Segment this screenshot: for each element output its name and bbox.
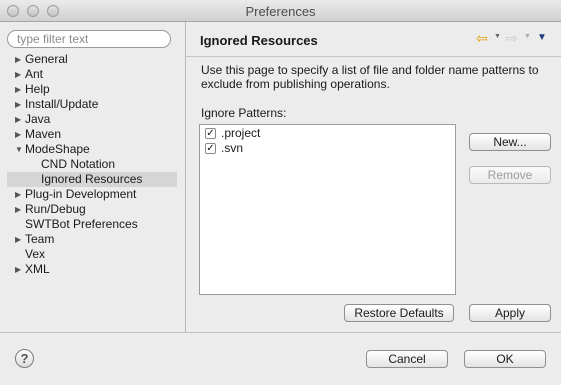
expand-arrow-icon[interactable]: ▶ — [15, 127, 24, 142]
forward-history-dropdown-icon[interactable]: ▼ — [524, 33, 531, 40]
page-title: Ignored Resources — [200, 33, 318, 48]
tree-item-modeshape[interactable]: ▼ ModeShape — [7, 142, 177, 157]
expand-arrow-icon[interactable]: ▶ — [15, 262, 24, 277]
new-pattern-button[interactable]: New... — [469, 133, 551, 151]
expand-arrow-icon[interactable]: ▶ — [15, 97, 24, 112]
filter-input[interactable] — [7, 30, 171, 48]
pattern-text: .svn — [221, 141, 244, 155]
footer-divider — [0, 332, 561, 333]
tree-item-label: Team — [25, 232, 55, 246]
page-header: Ignored Resources ⇦ ▼ ⇨ ▼ ▼ — [186, 22, 561, 57]
expand-arrow-icon[interactable]: ▶ — [15, 202, 24, 217]
tree-item-label: Run/Debug — [25, 202, 86, 216]
expand-arrow-icon[interactable]: ▶ — [15, 82, 24, 97]
tree-item-plugin-development[interactable]: ▶ Plug-in Development — [7, 187, 177, 202]
preferences-sidebar: ▶ General ▶ Ant ▶ Help ▶ Install/Update … — [0, 22, 185, 332]
pattern-checkbox[interactable]: ✓ — [205, 143, 216, 154]
tree-item-label: Plug-in Development — [25, 187, 137, 201]
tree-item-java[interactable]: ▶ Java — [7, 112, 177, 127]
tree-item-vex[interactable]: Vex — [7, 247, 177, 262]
tree-item-label: Help — [25, 82, 50, 96]
expand-arrow-icon[interactable]: ▶ — [15, 232, 24, 247]
back-arrow-icon[interactable]: ⇦ — [476, 30, 488, 47]
tree-item-ignored-resources[interactable]: Ignored Resources — [7, 172, 177, 187]
tree-item-swtbot-preferences[interactable]: SWTBot Preferences — [7, 217, 177, 232]
tree-item-label: CND Notation — [41, 157, 116, 171]
pattern-checkbox[interactable]: ✓ — [205, 128, 216, 139]
tree-item-label: XML — [25, 262, 50, 276]
tree-item-label: SWTBot Preferences — [25, 217, 138, 231]
tree-item-label: Java — [25, 112, 51, 126]
list-item[interactable]: ✓ .svn — [200, 141, 455, 156]
page-description: Use this page to specify a list of file … — [201, 63, 539, 91]
tree-item-maven[interactable]: ▶ Maven — [7, 127, 177, 142]
tree-item-team[interactable]: ▶ Team — [7, 232, 177, 247]
restore-defaults-button[interactable]: Restore Defaults — [344, 304, 454, 322]
preferences-tree: ▶ General ▶ Ant ▶ Help ▶ Install/Update … — [7, 52, 177, 277]
cancel-button[interactable]: Cancel — [366, 350, 448, 368]
tree-item-ant[interactable]: ▶ Ant — [7, 67, 177, 82]
apply-button[interactable]: Apply — [469, 304, 551, 322]
tree-item-install-update[interactable]: ▶ Install/Update — [7, 97, 177, 112]
tree-item-label: Ant — [25, 67, 44, 81]
view-menu-icon[interactable]: ▼ — [537, 32, 547, 43]
tree-item-label: Install/Update — [25, 97, 99, 111]
tree-item-cnd-notation[interactable]: CND Notation — [7, 157, 177, 172]
pattern-text: .project — [221, 126, 261, 140]
remove-pattern-button[interactable]: Remove — [469, 166, 551, 184]
back-history-dropdown-icon[interactable]: ▼ — [494, 33, 501, 40]
list-item[interactable]: ✓ .project — [200, 126, 455, 141]
tree-item-label: Vex — [25, 247, 46, 261]
tree-item-help[interactable]: ▶ Help — [7, 82, 177, 97]
ok-button[interactable]: OK — [464, 350, 546, 368]
tree-item-general[interactable]: ▶ General — [7, 52, 177, 67]
help-icon[interactable]: ? — [15, 349, 34, 368]
tree-item-label: ModeShape — [25, 142, 90, 156]
ignore-patterns-list[interactable]: ✓ .project ✓ .svn — [199, 124, 456, 295]
tree-item-label: Maven — [25, 127, 62, 141]
tree-item-label: General — [25, 52, 68, 66]
sash-divider[interactable] — [185, 22, 186, 332]
ignore-patterns-label: Ignore Patterns: — [201, 106, 287, 120]
tree-item-label: Ignored Resources — [41, 172, 143, 186]
window-title: Preferences — [245, 4, 316, 19]
tree-item-run-debug[interactable]: ▶ Run/Debug — [7, 202, 177, 217]
forward-arrow-icon[interactable]: ⇨ — [506, 30, 518, 47]
tree-item-xml[interactable]: ▶ XML — [7, 262, 177, 277]
expand-arrow-icon[interactable]: ▶ — [15, 67, 24, 82]
window-titlebar: Preferences — [0, 0, 561, 22]
expand-arrow-icon[interactable]: ▶ — [15, 187, 24, 202]
collapse-arrow-icon[interactable]: ▼ — [15, 142, 24, 157]
expand-arrow-icon[interactable]: ▶ — [15, 52, 24, 67]
expand-arrow-icon[interactable]: ▶ — [15, 112, 24, 127]
